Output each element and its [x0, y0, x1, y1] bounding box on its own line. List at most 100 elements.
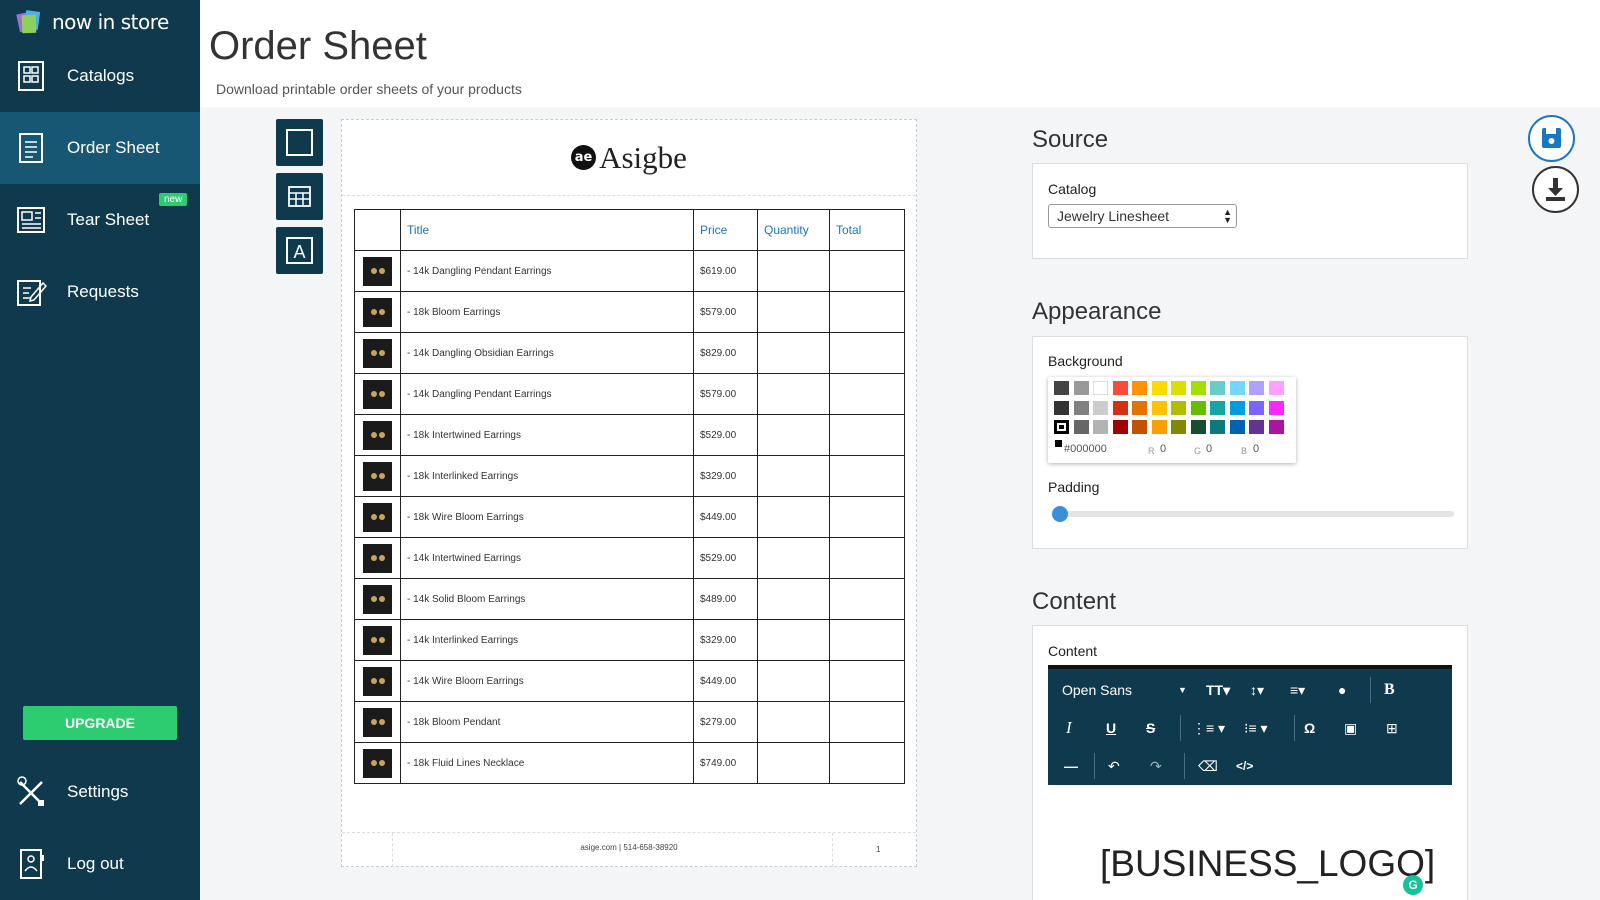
sidebar-item-order-sheet[interactable]: Order Sheet	[0, 112, 200, 184]
ordered-list-icon[interactable]: ⋮≡ ▾	[1192, 719, 1225, 737]
color-swatch[interactable]	[1093, 420, 1108, 434]
color-swatch[interactable]	[1054, 420, 1069, 434]
quantity-cell[interactable]	[757, 291, 830, 333]
quantity-cell[interactable]	[757, 496, 830, 538]
color-picker[interactable]: #000000 R 0 G 0 B 0	[1048, 377, 1296, 463]
add-text-block-button[interactable]: A	[276, 227, 323, 274]
sidebar-item-label: Order Sheet	[67, 138, 160, 157]
color-swatch[interactable]	[1229, 381, 1245, 395]
color-swatch[interactable]	[1132, 400, 1147, 415]
font-dropdown-icon[interactable]: ▼	[1178, 681, 1187, 699]
insert-table-icon[interactable]: ⊞	[1386, 719, 1398, 737]
add-table-block-button[interactable]	[276, 173, 323, 220]
unordered-list-icon[interactable]: ⁝≡ ▾	[1244, 719, 1268, 737]
font-size-icon[interactable]: TT▾	[1206, 681, 1230, 699]
settings-tools-icon	[17, 776, 44, 806]
product-thumbnail	[363, 338, 392, 368]
color-swatch[interactable]	[1151, 400, 1167, 415]
color-swatch[interactable]	[1073, 400, 1089, 415]
quantity-cell[interactable]	[757, 332, 830, 374]
quantity-cell[interactable]	[757, 537, 830, 579]
color-swatch[interactable]	[1210, 420, 1225, 434]
redo-icon[interactable]: ↷	[1150, 757, 1162, 775]
align-icon[interactable]: ≡▾	[1290, 681, 1305, 699]
catalog-select[interactable]: Jewelry Linesheet ▲ ▼	[1048, 204, 1237, 228]
color-swatch[interactable]	[1190, 400, 1206, 415]
color-swatch[interactable]	[1210, 381, 1225, 395]
clear-formatting-icon[interactable]: ⌫	[1198, 757, 1218, 775]
tear-sheet-icon	[17, 207, 45, 233]
color-swatch[interactable]	[1229, 400, 1245, 415]
font-family-select[interactable]: Open Sans	[1062, 681, 1132, 699]
padding-slider-handle[interactable]	[1052, 506, 1068, 522]
color-swatch[interactable]	[1132, 420, 1147, 434]
color-swatch[interactable]	[1268, 400, 1284, 415]
text-color-icon[interactable]: ●	[1338, 681, 1346, 699]
color-swatch[interactable]	[1268, 420, 1284, 434]
download-button[interactable]	[1532, 166, 1579, 213]
color-swatch[interactable]	[1073, 420, 1089, 434]
hex-value[interactable]: #000000	[1064, 443, 1107, 455]
color-swatch[interactable]	[1171, 381, 1186, 395]
color-swatch[interactable]	[1132, 381, 1147, 395]
italic-icon[interactable]: I	[1066, 719, 1072, 737]
underline-icon[interactable]: U	[1106, 719, 1116, 737]
quantity-cell[interactable]	[757, 455, 830, 497]
color-swatch[interactable]	[1190, 381, 1206, 395]
color-swatch[interactable]	[1190, 420, 1206, 434]
color-swatch[interactable]	[1093, 400, 1108, 415]
insert-image-icon[interactable]: ▣	[1344, 719, 1357, 737]
bold-icon[interactable]: B	[1384, 681, 1395, 699]
sidebar-item-catalogs[interactable]: Catalogs	[0, 40, 200, 112]
line-height-icon[interactable]: ↕▾	[1250, 681, 1264, 699]
order-table[interactable]: Title Price Quantity Total - 14k Danglin…	[354, 209, 905, 784]
color-swatch[interactable]	[1210, 400, 1225, 415]
quantity-cell[interactable]	[757, 701, 830, 743]
sheet-header[interactable]: ae Asigbe	[342, 120, 916, 196]
horizontal-rule-icon[interactable]: —	[1064, 757, 1078, 775]
color-swatch[interactable]	[1151, 381, 1167, 395]
color-swatch[interactable]	[1054, 400, 1069, 415]
quantity-cell[interactable]	[757, 660, 830, 702]
color-swatch[interactable]	[1112, 400, 1128, 415]
color-swatch[interactable]	[1171, 400, 1186, 415]
color-swatch[interactable]	[1073, 381, 1089, 395]
add-blank-block-button[interactable]	[276, 119, 323, 166]
color-swatch[interactable]	[1249, 420, 1264, 434]
color-swatch[interactable]	[1249, 400, 1264, 415]
color-swatch[interactable]	[1093, 381, 1108, 395]
padding-slider-track[interactable]	[1052, 511, 1454, 517]
select-arrows-icon: ▲ ▼	[1223, 207, 1232, 225]
color-swatch[interactable]	[1112, 420, 1128, 434]
grammarly-icon[interactable]: G	[1403, 875, 1423, 895]
r-value[interactable]: 0	[1160, 443, 1166, 455]
quantity-cell[interactable]	[757, 619, 830, 661]
save-button[interactable]	[1528, 115, 1575, 162]
b-value[interactable]: 0	[1253, 443, 1259, 455]
product-title: - 18k Fluid Lines Necklace	[400, 742, 694, 784]
strikethrough-icon[interactable]: S	[1146, 719, 1155, 737]
color-swatch[interactable]	[1268, 381, 1284, 395]
upgrade-button[interactable]: UPGRADE	[23, 706, 177, 740]
color-swatch[interactable]	[1054, 381, 1069, 395]
quantity-cell[interactable]	[757, 742, 830, 784]
current-color-swatch	[1054, 439, 1063, 448]
sidebar-item-requests[interactable]: Requests	[0, 256, 200, 328]
color-swatch[interactable]	[1151, 420, 1167, 434]
app-logo[interactable]: now in store	[16, 8, 169, 36]
color-swatch[interactable]	[1229, 420, 1245, 434]
color-swatch[interactable]	[1112, 381, 1128, 395]
color-swatch[interactable]	[1249, 381, 1264, 395]
sidebar-item-logout[interactable]: Log out	[0, 828, 200, 900]
special-character-icon[interactable]: Ω	[1304, 719, 1315, 737]
sidebar-item-settings[interactable]: Settings	[0, 756, 200, 828]
quantity-cell[interactable]	[757, 578, 830, 620]
sheet-footer[interactable]: asige.com | 514-658-38920 1	[342, 832, 916, 867]
undo-icon[interactable]: ↶	[1108, 757, 1120, 775]
color-swatch[interactable]	[1171, 420, 1186, 434]
quantity-cell[interactable]	[757, 414, 830, 456]
code-view-icon[interactable]: </>	[1236, 757, 1253, 775]
g-value[interactable]: 0	[1206, 443, 1212, 455]
quantity-cell[interactable]	[757, 373, 830, 415]
quantity-cell[interactable]	[757, 250, 830, 292]
